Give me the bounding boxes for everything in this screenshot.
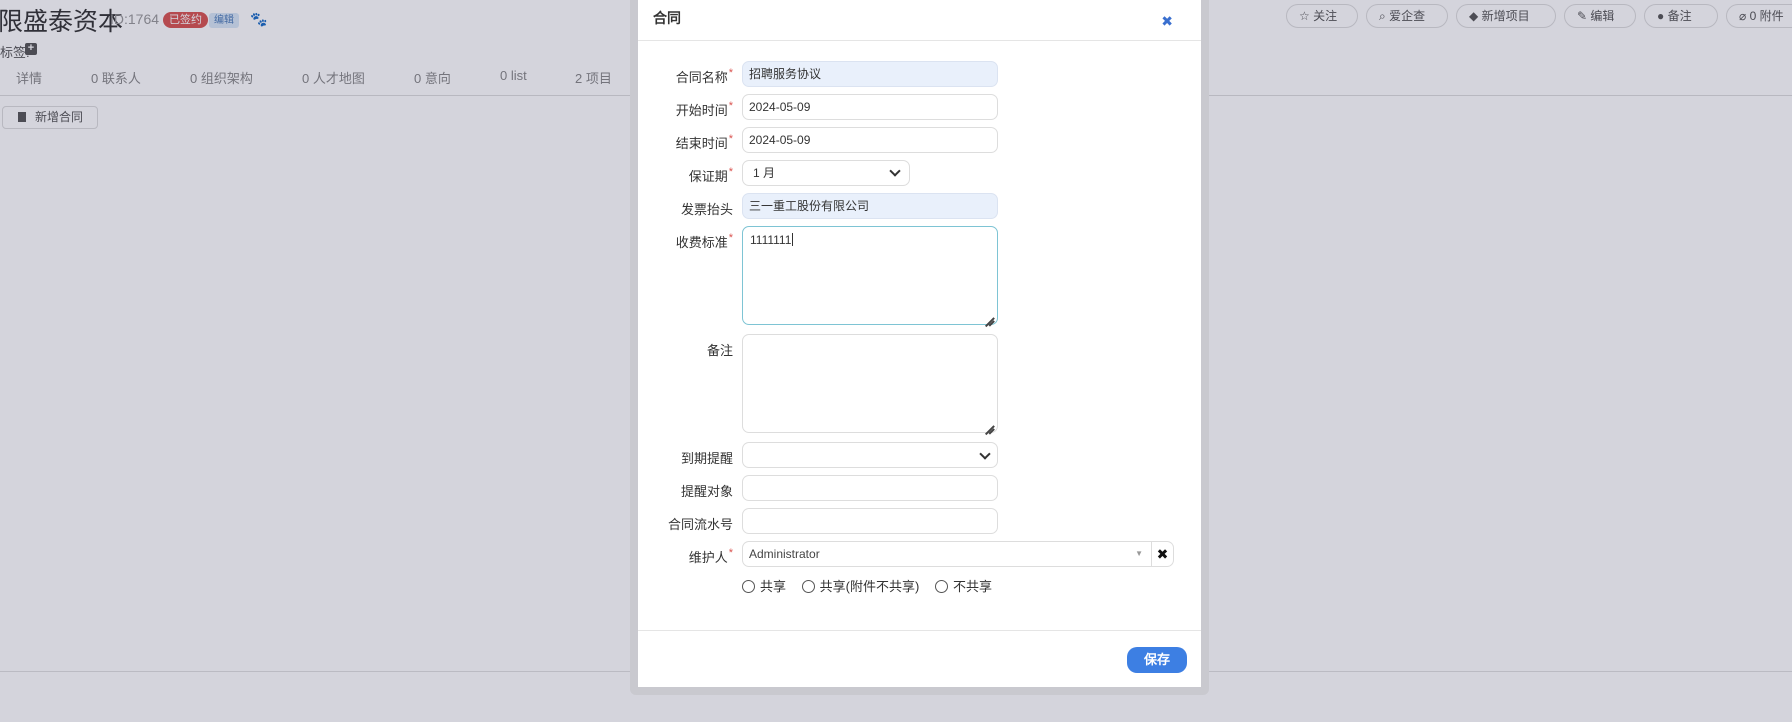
radio-button[interactable]	[934, 580, 948, 593]
remark-label: 备注	[706, 343, 733, 358]
fee-standard-value: 1111111	[750, 233, 792, 247]
warranty-label: 保证期*	[688, 166, 733, 184]
fee-standard-label: 收费标准*	[675, 232, 733, 250]
fee-standard-textarea[interactable]: 1111111	[742, 226, 998, 325]
maintainer-label: 维护人*	[688, 547, 733, 565]
caret-down-icon: ▼	[1135, 549, 1143, 558]
warranty-select[interactable]: 1 月	[742, 160, 910, 186]
invoice-title-label: 发票抬头	[680, 202, 733, 217]
serial-number-label: 合同流水号	[667, 517, 733, 532]
serial-number-input[interactable]	[742, 508, 998, 534]
contract-name-input[interactable]: 招聘服务协议	[742, 61, 998, 87]
reminder-target-label: 提醒对象	[680, 484, 733, 499]
required-mark: *	[728, 100, 733, 112]
required-mark: *	[728, 67, 733, 79]
expiry-reminder-label: 到期提醒	[680, 451, 733, 466]
modal-header: 合同 ✖	[638, 0, 1201, 41]
expiry-reminder-select[interactable]	[742, 442, 998, 468]
close-icon[interactable]: ✖	[1161, 13, 1173, 30]
chevron-down-icon	[889, 165, 901, 177]
radio-button[interactable]	[801, 580, 815, 593]
text-cursor	[792, 233, 794, 246]
start-date-input[interactable]: 2024-05-09	[742, 94, 998, 120]
required-mark: *	[728, 133, 733, 145]
warranty-value: 1 月	[753, 166, 776, 180]
maintainer-select[interactable]: Administrator ▼	[742, 541, 1152, 567]
resize-grip-icon[interactable]	[983, 418, 995, 430]
share-no-attachments-option[interactable]: 共享(附件不共享)	[801, 576, 919, 595]
modal-footer: 保存	[638, 630, 1201, 687]
save-button[interactable]: 保存	[1127, 647, 1187, 673]
chevron-down-icon	[979, 448, 991, 460]
clear-maintainer-button[interactable]: ✖	[1152, 541, 1174, 567]
maintainer-value: Administrator	[749, 547, 820, 561]
required-mark: *	[728, 166, 733, 178]
end-date-label: 结束时间*	[675, 133, 733, 151]
modal-title: 合同	[653, 10, 681, 26]
remark-textarea[interactable]	[742, 334, 998, 433]
end-date-input[interactable]: 2024-05-09	[742, 127, 998, 153]
required-mark: *	[728, 232, 733, 244]
sharing-options: 共享 共享(附件不共享) 不共享	[742, 576, 1004, 595]
contract-modal: 合同 ✖ 合同名称* 招聘服务协议 开始时间* 2024-05-09 结束时间*…	[638, 0, 1201, 687]
radio-button[interactable]	[742, 580, 755, 593]
no-share-option[interactable]: 不共享	[934, 576, 992, 595]
contract-name-label: 合同名称*	[675, 67, 733, 85]
required-mark: *	[728, 547, 733, 559]
share-option[interactable]: 共享	[742, 576, 786, 595]
start-date-label: 开始时间*	[675, 100, 733, 118]
resize-grip-icon[interactable]	[983, 310, 995, 322]
reminder-target-input[interactable]	[742, 475, 998, 501]
invoice-title-input[interactable]: 三一重工股份有限公司	[742, 193, 998, 219]
